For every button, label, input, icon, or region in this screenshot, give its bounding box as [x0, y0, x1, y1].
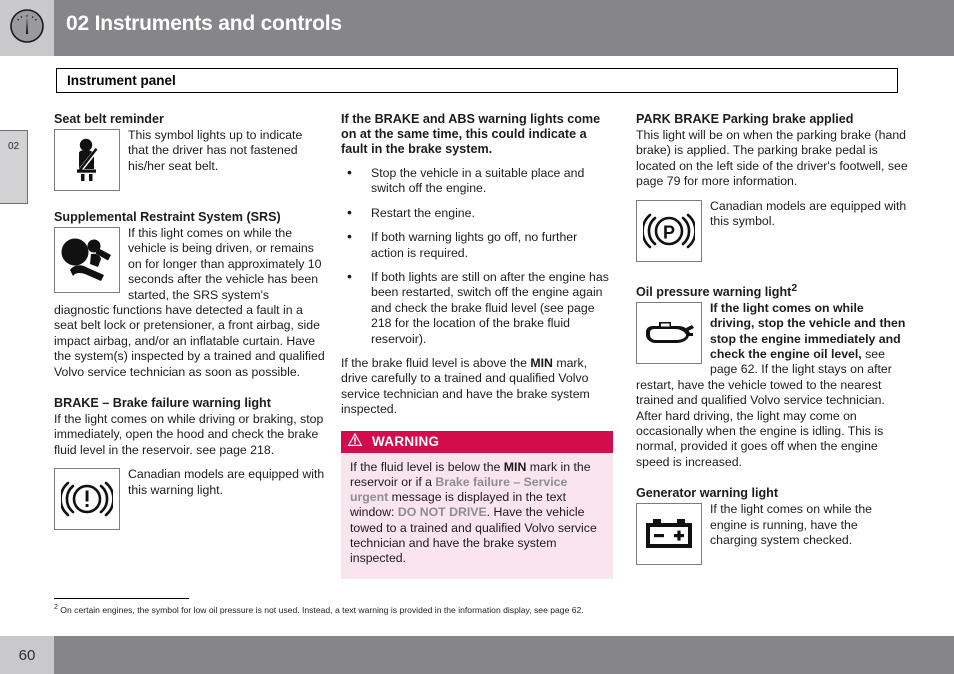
column-3: PARK BRAKE Parking brake applied This li… — [636, 112, 908, 568]
page-footer — [0, 636, 954, 674]
battery-generator-icon — [636, 503, 702, 566]
warning-box: WARNING If the fluid level is below the … — [341, 430, 613, 580]
oil-pressure-rest-text: see page 62. If the light stays on after… — [636, 347, 892, 469]
park-brake-icon-block: P Canadian models are equipped with this… — [636, 199, 908, 265]
warning-text-1: If the fluid level is below the — [350, 459, 504, 474]
oil-pressure-heading-text: Oil pressure warning light — [636, 284, 792, 299]
brake-fluid-above-min-text: If the brake fluid level is above the MI… — [341, 356, 613, 418]
text-part-1: If the brake fluid level is above the — [341, 356, 531, 371]
list-item: Stop the vehicle in a suitable place and… — [341, 165, 613, 197]
oil-pressure-heading: Oil pressure warning light2 — [636, 281, 908, 300]
warning-body: If the fluid level is below the MIN mark… — [341, 452, 613, 580]
warning-triangle-icon — [347, 432, 363, 451]
page-number-box: 60 — [0, 636, 54, 674]
park-brake-heading-rest: Parking brake applied — [719, 112, 854, 126]
page-header: 02 Instruments and controls — [0, 0, 954, 56]
warning-min-label: MIN — [503, 459, 527, 474]
min-label: MIN — [530, 356, 553, 371]
chapter-tab-label: 02 — [7, 141, 20, 152]
page-number: 60 — [18, 646, 36, 664]
park-brake-heading-bold: PARK BRAKE — [636, 112, 720, 126]
column-1: Seat belt reminder This symbol lights up… — [54, 112, 326, 533]
oil-pressure-icon — [636, 301, 702, 364]
brake-abs-heading: If the BRAKE and ABS warning lights come… — [341, 112, 601, 156]
srs-block: If this light comes on while the vehicle… — [54, 226, 326, 380]
gauge-icon — [9, 8, 45, 49]
park-brake-heading: PARK BRAKE Parking brake applied — [636, 112, 908, 127]
section-title: Instrument panel — [67, 73, 176, 88]
column-2: If the BRAKE and ABS warning lights come… — [341, 112, 613, 580]
brake-heading: BRAKE – Brake failure warning light — [54, 396, 271, 411]
chapter-icon-container — [0, 0, 54, 56]
oil-pressure-footnote-marker: 2 — [791, 281, 798, 294]
svg-text:P: P — [663, 222, 675, 242]
footnote-text: On certain engines, the symbol for low o… — [60, 604, 584, 615]
brake-failure-warning-icon — [54, 468, 120, 531]
warning-header: WARNING — [341, 430, 613, 453]
footnote: 2 On certain engines, the symbol for low… — [54, 602, 914, 616]
list-item: If both warning lights go off, no furthe… — [341, 229, 613, 261]
footnote-marker: 2 — [54, 604, 58, 611]
section-title-box: Instrument panel — [56, 68, 898, 93]
park-brake-text: This light will be on when the parking b… — [636, 128, 908, 189]
srs-airbag-icon — [54, 227, 120, 293]
footnote-divider — [54, 598, 189, 599]
brake-abs-bullet-list: Stop the vehicle in a suitable place and… — [341, 165, 613, 347]
warning-label: WARNING — [372, 433, 440, 449]
oil-pressure-block: If the light comes on while driving, sto… — [636, 301, 908, 470]
list-item: If both lights are still on after the en… — [341, 269, 613, 347]
generator-block: If the light comes on while the engine i… — [636, 502, 908, 568]
srs-heading: Supplemental Restraint System (SRS) — [54, 210, 281, 224]
warning-message-do-not-drive: DO NOT DRIVE — [397, 505, 487, 520]
chapter-tab[interactable]: 02 — [0, 130, 28, 204]
page-title: 02 Instruments and controls — [66, 12, 342, 35]
seat-belt-block: This symbol lights up to indicate that t… — [54, 128, 326, 194]
seat-belt-reminder-icon — [54, 129, 120, 191]
generator-heading: Generator warning light — [636, 486, 779, 501]
park-brake-icon: P — [636, 199, 702, 262]
seat-belt-heading: Seat belt reminder — [54, 112, 164, 126]
brake-icon-block: Canadian models are equipped with this w… — [54, 467, 326, 533]
list-item: Restart the engine. — [341, 205, 613, 221]
brake-text: If the light comes on while driving or b… — [54, 412, 324, 457]
